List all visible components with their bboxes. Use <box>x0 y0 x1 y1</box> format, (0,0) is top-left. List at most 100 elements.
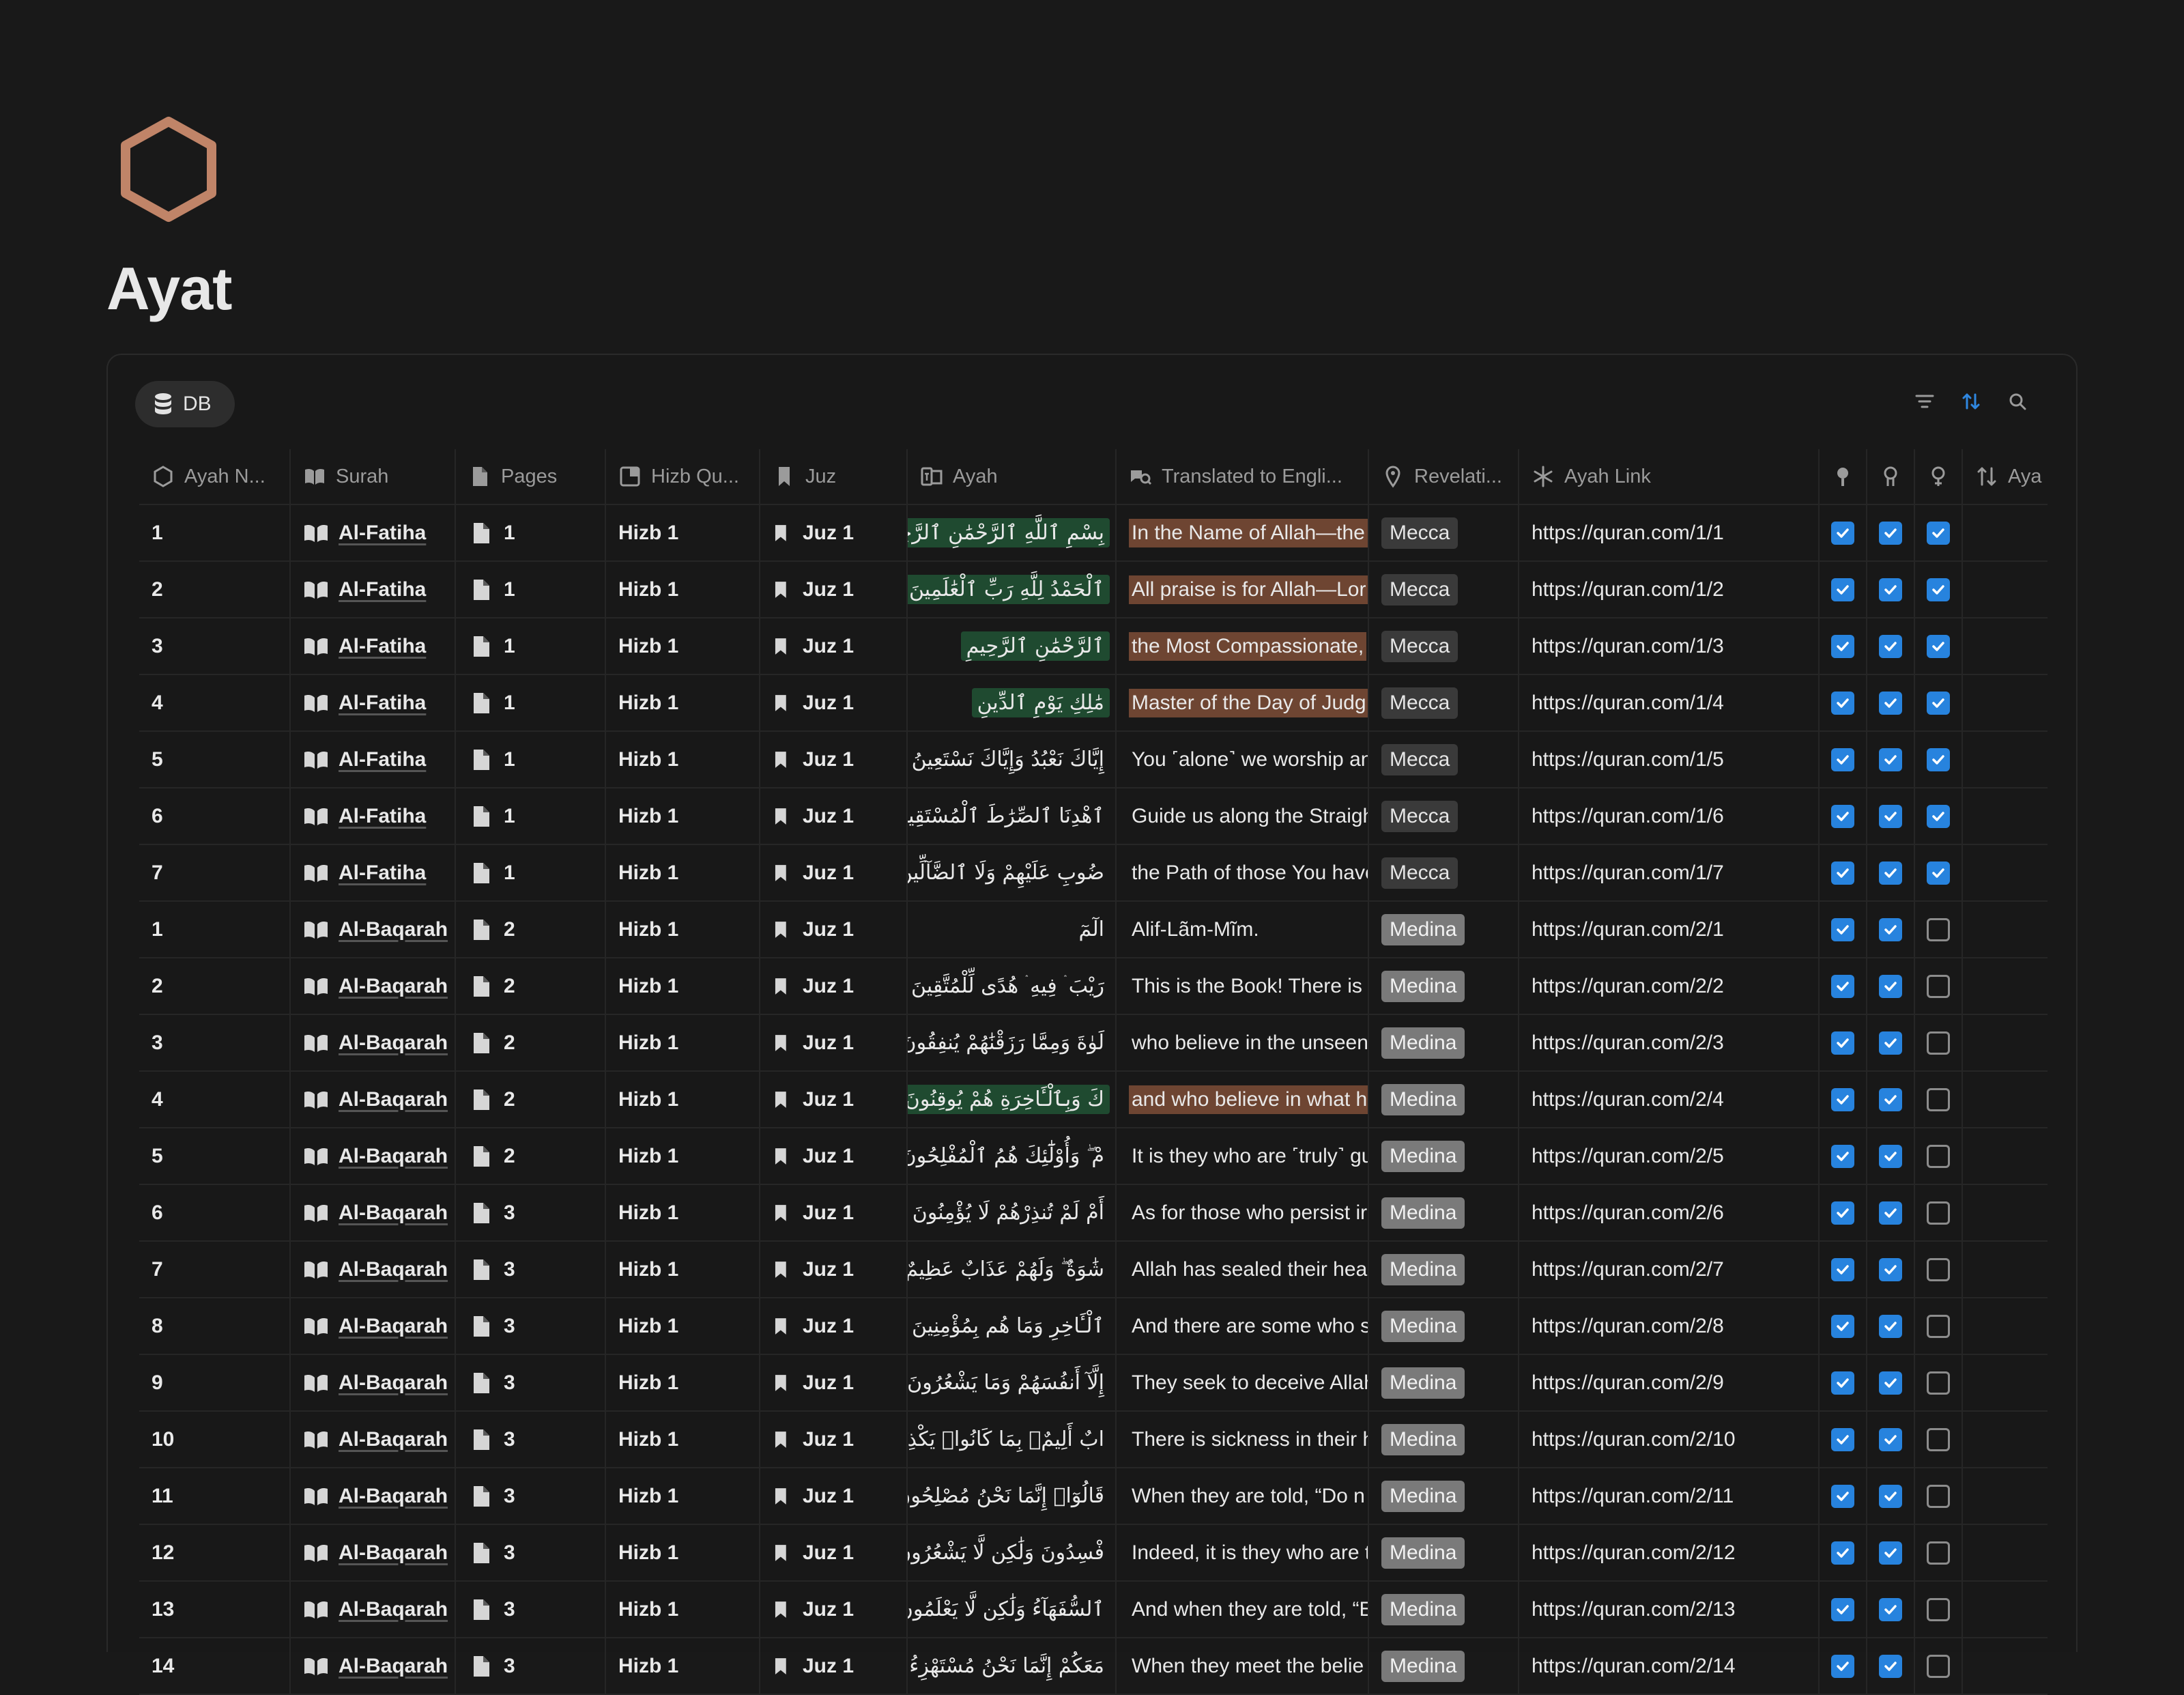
table-row[interactable]: 7 Al-Fatiha 1 Hizb 1 Juz 1 ضُوبِ عَلَيْهِمْ و… <box>139 845 2048 902</box>
juz-cell[interactable]: Juz 1 <box>760 505 908 560</box>
hizb-cell[interactable]: Hizb 1 <box>606 1298 760 1354</box>
surah-cell[interactable]: Al-Baqarah <box>291 1072 456 1127</box>
reviewer-checkbox[interactable] <box>1831 974 1854 998</box>
surah-cell[interactable]: Al-Baqarah <box>291 1582 456 1637</box>
reviewer-checkbox[interactable] <box>1879 1371 1902 1395</box>
column-header-ayah[interactable]: Ayah <box>908 449 1117 504</box>
table-row[interactable]: 5 Al-Fatiha 1 Hizb 1 Juz 1 إِيَّاكَ نَعْبُدُ … <box>139 732 2048 788</box>
ayah-number-cell[interactable]: 3 <box>139 1015 291 1070</box>
ayah-number-cell[interactable]: 2 <box>139 562 291 617</box>
ayah-link[interactable]: https://quran.com/1/7 <box>1532 861 1724 885</box>
revelation-cell[interactable]: Mecca <box>1369 562 1519 617</box>
column-header-reviewer-2[interactable] <box>1867 449 1915 504</box>
table-row[interactable]: 7 Al-Baqarah 3 Hizb 1 Juz 1 شَٰوَةٌ ۖ وَلَهُم… <box>139 1242 2048 1298</box>
reviewer-checkbox[interactable] <box>1927 1427 1950 1451</box>
reviewer-checkbox[interactable] <box>1879 1031 1902 1055</box>
surah-cell[interactable]: Al-Baqarah <box>291 1128 456 1184</box>
ayah-text-cell[interactable]: رَيْبَ ۛ فِيهِ ۛ هُدًى لِّلْمُتَّقِينَ <box>908 958 1117 1014</box>
ayah-text-cell[interactable]: لَوٰةَ وَمِمَّا رَزَقْنَٰهُمْ يُنفِقُونَ <box>908 1015 1117 1070</box>
ayah-text-cell[interactable]: ٱهْدِنَا ٱلصِّرَٰطَ ٱلْمُسْتَقِيمَ <box>908 788 1117 844</box>
ayah-link-cell[interactable]: https://quran.com/2/2 <box>1519 958 1820 1014</box>
surah-cell[interactable]: Al-Baqarah <box>291 1412 456 1467</box>
ayah-number-cell[interactable]: 4 <box>139 1072 291 1127</box>
revelation-cell[interactable]: Medina <box>1369 1072 1519 1127</box>
translation-cell[interactable]: There is sickness in their h <box>1117 1412 1369 1467</box>
hizb-cell[interactable]: Hizb 1 <box>606 1468 760 1524</box>
hizb-cell[interactable]: Hizb 1 <box>606 1525 760 1580</box>
hizb-cell[interactable]: Hizb 1 <box>606 505 760 560</box>
reviewer-checkbox[interactable] <box>1879 1201 1902 1225</box>
ayah-link[interactable]: https://quran.com/2/12 <box>1532 1541 1736 1565</box>
reviewer-checkbox[interactable] <box>1831 521 1854 545</box>
column-header-pages[interactable]: Pages <box>456 449 606 504</box>
ayah-link-cell[interactable]: https://quran.com/2/11 <box>1519 1468 1820 1524</box>
surah-cell[interactable]: Al-Baqarah <box>291 1468 456 1524</box>
ayah-link[interactable]: https://quran.com/1/3 <box>1532 635 1724 658</box>
reviewer-checkbox[interactable] <box>1879 974 1902 998</box>
table-row[interactable]: 6 Al-Baqarah 3 Hizb 1 Juz 1 أَمْ لَمْ تُنذِرْ… <box>139 1185 2048 1242</box>
ayah-text-cell[interactable]: ابٌ أَلِيمٌۢ بِمَا كَانُوا۟ يَكْذِبُونَ <box>908 1412 1117 1467</box>
reviewer-checkbox[interactable] <box>1831 578 1854 601</box>
surah-cell[interactable]: Al-Baqarah <box>291 1185 456 1240</box>
pages-cell[interactable]: 1 <box>456 732 606 787</box>
juz-cell[interactable]: Juz 1 <box>760 1582 908 1637</box>
table-row[interactable]: 1 Al-Fatiha 1 Hizb 1 Juz 1 بِسْمِ ٱللَّهِ ٱلر… <box>139 505 2048 562</box>
ayah-text-cell[interactable]: ٱلسُّفَهَآءُ وَلَٰكِن لَّا يَعْلَمُونَ <box>908 1582 1117 1637</box>
translation-cell[interactable]: All praise is for Allah—Lor <box>1117 562 1369 617</box>
ayah-link[interactable]: https://quran.com/2/14 <box>1532 1655 1736 1678</box>
column-header-reviewer-1[interactable] <box>1820 449 1867 504</box>
reviewer-checkbox[interactable] <box>1831 1257 1854 1281</box>
reviewer-checkbox[interactable] <box>1927 1597 1950 1621</box>
ayah-link[interactable]: https://quran.com/1/2 <box>1532 578 1724 601</box>
pages-cell[interactable]: 3 <box>456 1638 606 1694</box>
translation-cell[interactable]: and who believe in what h <box>1117 1072 1369 1127</box>
reviewer-checkbox[interactable] <box>1831 1654 1854 1678</box>
translation-cell[interactable]: the Most Compassionate, <box>1117 618 1369 674</box>
table-row[interactable]: 9 Al-Baqarah 3 Hizb 1 Juz 1 إِلَّآ أَنفُسَهُم… <box>139 1355 2048 1412</box>
pages-cell[interactable]: 2 <box>456 1072 606 1127</box>
ayah-link[interactable]: https://quran.com/2/4 <box>1532 1088 1724 1111</box>
revelation-cell[interactable]: Mecca <box>1369 845 1519 900</box>
reviewer-checkbox[interactable] <box>1927 974 1950 998</box>
surah-cell[interactable]: Al-Baqarah <box>291 1355 456 1410</box>
reviewer-checkbox[interactable] <box>1879 804 1902 828</box>
surah-cell[interactable]: Al-Baqarah <box>291 1638 456 1694</box>
revelation-cell[interactable]: Medina <box>1369 1412 1519 1467</box>
ayah-number-cell[interactable]: 7 <box>139 1242 291 1297</box>
ayah-number-cell[interactable]: 5 <box>139 732 291 787</box>
reviewer-checkbox[interactable] <box>1879 1597 1902 1621</box>
table-row[interactable]: 14 Al-Baqarah 3 Hizb 1 Juz 1 مَعَكُمْ إِنَّمَ… <box>139 1638 2048 1695</box>
revelation-cell[interactable]: Medina <box>1369 1355 1519 1410</box>
translation-cell[interactable]: the Path of those You have <box>1117 845 1369 900</box>
filter-icon[interactable] <box>1914 390 1936 412</box>
juz-cell[interactable]: Juz 1 <box>760 845 908 900</box>
reviewer-checkbox[interactable] <box>1831 804 1854 828</box>
pages-cell[interactable]: 3 <box>456 1298 606 1354</box>
table-row[interactable]: 2 Al-Fatiha 1 Hizb 1 Juz 1 ٱلْحَمْدُ لِلَّهِ … <box>139 562 2048 618</box>
ayah-link-cell[interactable]: https://quran.com/1/7 <box>1519 845 1820 900</box>
ayah-number-cell[interactable]: 2 <box>139 958 291 1014</box>
juz-cell[interactable]: Juz 1 <box>760 732 908 787</box>
translation-cell[interactable]: When they meet the belie <box>1117 1638 1369 1694</box>
reviewer-checkbox[interactable] <box>1927 1314 1950 1338</box>
reviewer-checkbox[interactable] <box>1927 1201 1950 1225</box>
juz-cell[interactable]: Juz 1 <box>760 675 908 730</box>
reviewer-checkbox[interactable] <box>1879 1484 1902 1508</box>
ayah-number-cell[interactable]: 1 <box>139 902 291 957</box>
surah-cell[interactable]: Al-Baqarah <box>291 958 456 1014</box>
revelation-cell[interactable]: Medina <box>1369 1582 1519 1637</box>
reviewer-checkbox[interactable] <box>1879 917 1902 941</box>
table-row[interactable]: 4 Al-Fatiha 1 Hizb 1 Juz 1 مَٰلِكِ يَوْمِ ٱلد… <box>139 675 2048 732</box>
reviewer-checkbox[interactable] <box>1927 1484 1950 1508</box>
reviewer-checkbox[interactable] <box>1879 747 1902 771</box>
ayah-link-cell[interactable]: https://quran.com/1/1 <box>1519 505 1820 560</box>
ayah-link[interactable]: https://quran.com/1/1 <box>1532 522 1724 545</box>
surah-cell[interactable]: Al-Fatiha <box>291 845 456 900</box>
ayah-text-cell[interactable]: بِسْمِ ٱللَّهِ ٱلرَّحْمَٰنِ ٱلرَّحِيمِ <box>908 505 1117 560</box>
ayah-link-cell[interactable]: https://quran.com/1/6 <box>1519 788 1820 844</box>
table-row[interactable]: 6 Al-Fatiha 1 Hizb 1 Juz 1 ٱهْدِنَا ٱلصِّرَٰط… <box>139 788 2048 845</box>
sort-icon[interactable] <box>1960 390 1982 412</box>
ayah-text-cell[interactable]: فْسِدُونَ وَلَٰكِن لَّا يَشْعُرُونَ <box>908 1525 1117 1580</box>
ayah-link-cell[interactable]: https://quran.com/2/9 <box>1519 1355 1820 1410</box>
ayah-link[interactable]: https://quran.com/2/8 <box>1532 1315 1724 1338</box>
